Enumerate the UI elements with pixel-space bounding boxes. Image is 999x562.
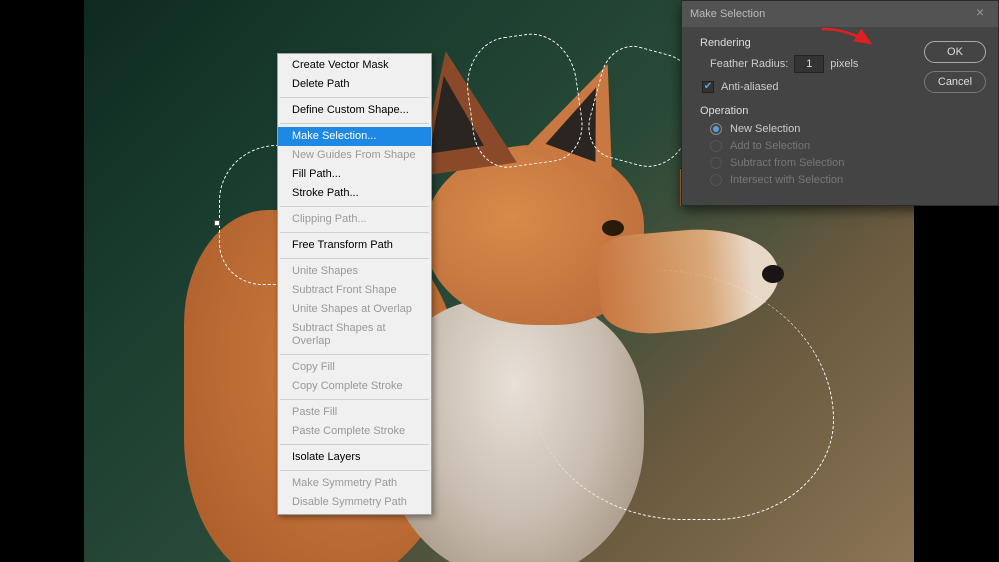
feather-unit-label: pixels xyxy=(830,58,858,70)
feather-radius-label: Feather Radius: xyxy=(710,58,788,70)
ok-button[interactable]: OK xyxy=(924,41,986,63)
menu-item-define-custom-shape[interactable]: Define Custom Shape... xyxy=(278,101,431,120)
context-menu: Create Vector Mask Delete Path Define Cu… xyxy=(277,53,432,515)
dialog-title: Make Selection xyxy=(690,8,765,20)
menu-item-paste-complete-stroke: Paste Complete Stroke xyxy=(278,422,431,441)
menu-item-create-vector-mask[interactable]: Create Vector Mask xyxy=(278,56,431,75)
radio-add-to-selection xyxy=(710,140,722,152)
radio-intersect-with-selection xyxy=(710,174,722,186)
operation-group-label: Operation xyxy=(700,105,912,117)
menu-item-subtract-front-shape: Subtract Front Shape xyxy=(278,281,431,300)
close-icon[interactable]: × xyxy=(976,7,990,21)
rendering-group-label: Rendering xyxy=(700,37,912,49)
feather-radius-input[interactable] xyxy=(794,55,824,73)
dialog-titlebar[interactable]: Make Selection × xyxy=(682,1,998,27)
menu-item-stroke-path[interactable]: Stroke Path... xyxy=(278,184,431,203)
menu-item-unite-shapes: Unite Shapes xyxy=(278,262,431,281)
menu-item-free-transform-path[interactable]: Free Transform Path xyxy=(278,236,431,255)
menu-item-fill-path[interactable]: Fill Path... xyxy=(278,165,431,184)
menu-item-copy-complete-stroke: Copy Complete Stroke xyxy=(278,377,431,396)
radio-add-label: Add to Selection xyxy=(730,140,810,152)
menu-item-new-guides-from-shape: New Guides From Shape xyxy=(278,146,431,165)
menu-item-delete-path[interactable]: Delete Path xyxy=(278,75,431,94)
radio-new-selection[interactable] xyxy=(710,123,722,135)
menu-item-copy-fill: Copy Fill xyxy=(278,358,431,377)
radio-intersect-label: Intersect with Selection xyxy=(730,174,843,186)
menu-item-make-symmetry-path: Make Symmetry Path xyxy=(278,474,431,493)
radio-subtract-from-selection xyxy=(710,157,722,169)
antialiased-checkbox[interactable]: ✔ xyxy=(702,81,714,93)
menu-item-paste-fill: Paste Fill xyxy=(278,403,431,422)
make-selection-dialog: Make Selection × Rendering Feather Radiu… xyxy=(681,0,999,206)
antialiased-label: Anti-aliased xyxy=(721,81,778,93)
menu-item-clipping-path: Clipping Path... xyxy=(278,210,431,229)
menu-item-disable-symmetry-path: Disable Symmetry Path xyxy=(278,493,431,512)
menu-item-make-selection[interactable]: Make Selection... xyxy=(278,127,431,146)
menu-item-subtract-shapes-overlap: Subtract Shapes at Overlap xyxy=(278,319,431,351)
transform-handle[interactable] xyxy=(214,220,220,226)
radio-new-selection-label: New Selection xyxy=(730,123,800,135)
menu-item-unite-shapes-overlap: Unite Shapes at Overlap xyxy=(278,300,431,319)
menu-item-isolate-layers[interactable]: Isolate Layers xyxy=(278,448,431,467)
radio-subtract-label: Subtract from Selection xyxy=(730,157,844,169)
cancel-button[interactable]: Cancel xyxy=(924,71,986,93)
